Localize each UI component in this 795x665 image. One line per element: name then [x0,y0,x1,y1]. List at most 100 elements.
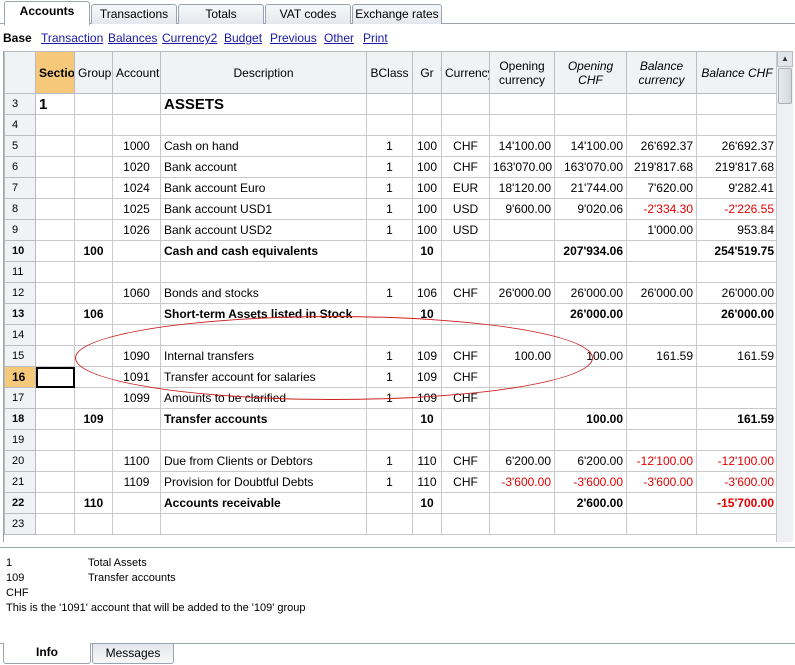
cell-gr[interactable]: 109 [412,345,442,367]
cell-currency[interactable]: USD [441,219,490,241]
cell-balance-chf[interactable] [696,261,776,283]
cell-balance-chf[interactable] [696,513,776,535]
tab-messages[interactable]: Messages [92,644,174,664]
cell-account[interactable]: 1026 [112,219,161,241]
cell-balance-currency[interactable] [626,261,697,283]
cell-account[interactable] [112,429,161,451]
view-link-other[interactable]: Other [324,31,354,45]
view-link-previous[interactable]: Previous [270,31,317,45]
cell-currency[interactable]: CHF [441,156,490,178]
cell-opening-chf[interactable]: 100.00 [554,408,627,430]
scroll-up-arrow-icon[interactable]: ▲ [777,51,793,67]
cell-description[interactable]: Provision for Doubtful Debts [160,471,367,493]
cell-opening-chf[interactable] [554,93,627,115]
row-number[interactable]: 4 [4,114,36,136]
cell-gr[interactable] [412,324,442,346]
cell-bclass[interactable]: 1 [366,219,413,241]
cell-bclass[interactable] [366,303,413,325]
cell-balance-currency[interactable] [626,408,697,430]
cell-account[interactable]: 1091 [112,366,161,388]
cell-gr[interactable]: 10 [412,303,442,325]
cell-opening-currency[interactable] [489,261,555,283]
cell-bclass[interactable]: 1 [366,471,413,493]
cell-currency[interactable]: CHF [441,366,490,388]
cell-gr[interactable]: 10 [412,492,442,514]
cell-currency[interactable]: CHF [441,471,490,493]
cell-group[interactable] [74,219,113,241]
cell-group[interactable] [74,135,113,157]
col-header-description[interactable]: Description [160,51,367,94]
cell-opening-chf[interactable]: 6'200.00 [554,450,627,472]
cell-account[interactable] [112,303,161,325]
cell-opening-chf[interactable]: 26'000.00 [554,282,627,304]
cell-gr[interactable]: 109 [412,366,442,388]
cell-bclass[interactable] [366,261,413,283]
cell-gr[interactable]: 109 [412,387,442,409]
cell-account[interactable] [112,93,161,115]
cell-gr[interactable]: 106 [412,282,442,304]
cell-description[interactable]: Bank account Euro [160,177,367,199]
cell-balance-currency[interactable] [626,492,697,514]
cell-description[interactable] [160,513,367,535]
cell-opening-chf[interactable] [554,429,627,451]
cell-group[interactable] [74,114,113,136]
cell-balance-chf[interactable] [696,429,776,451]
row-number[interactable]: 3 [4,93,36,115]
row-number[interactable]: 16 [4,366,36,388]
cell-description[interactable]: Bonds and stocks [160,282,367,304]
cell-currency[interactable] [441,492,490,514]
row-number[interactable]: 14 [4,324,36,346]
cell-opening-chf[interactable]: -3'600.00 [554,471,627,493]
cell-balance-chf[interactable]: 26'692.37 [696,135,776,157]
cell-currency[interactable] [441,261,490,283]
cell-section[interactable] [35,471,75,493]
cell-balance-currency[interactable] [626,324,697,346]
cell-group[interactable] [74,471,113,493]
cell-balance-currency[interactable]: -2'334.30 [626,198,697,220]
cell-account[interactable] [112,492,161,514]
cell-account[interactable]: 1000 [112,135,161,157]
cell-gr[interactable] [412,429,442,451]
cell-description[interactable] [160,114,367,136]
cell-balance-currency[interactable] [626,513,697,535]
cell-currency[interactable] [441,93,490,115]
cell-description[interactable]: Internal transfers [160,345,367,367]
col-header-bclass[interactable]: BClass [366,51,413,94]
tab-vat-codes[interactable]: VAT codes [265,4,351,24]
cell-bclass[interactable] [366,324,413,346]
cell-balance-currency[interactable]: 7'620.00 [626,177,697,199]
cell-opening-chf[interactable]: 14'100.00 [554,135,627,157]
cell-currency[interactable]: CHF [441,345,490,367]
cell-section[interactable] [35,492,75,514]
cell-description[interactable]: Bank account [160,156,367,178]
tab-transactions[interactable]: Transactions [91,4,177,24]
cell-opening-currency[interactable] [489,240,555,262]
row-number[interactable]: 7 [4,177,36,199]
cell-currency[interactable]: EUR [441,177,490,199]
cell-section[interactable] [35,135,75,157]
cell-account[interactable] [112,324,161,346]
cell-opening-chf[interactable] [554,324,627,346]
cell-account[interactable] [112,114,161,136]
cell-section[interactable] [35,450,75,472]
cell-description[interactable]: Due from Clients or Debtors [160,450,367,472]
cell-opening-chf[interactable] [554,387,627,409]
cell-section[interactable] [35,114,75,136]
cell-section[interactable] [35,240,75,262]
cell-opening-currency[interactable]: 6'200.00 [489,450,555,472]
cell-gr[interactable] [412,513,442,535]
col-header-opening-currency[interactable]: Opening currency [489,51,555,94]
cell-group[interactable] [74,450,113,472]
vertical-scrollbar[interactable]: ▲ [776,51,793,542]
cell-opening-chf[interactable] [554,366,627,388]
cell-balance-chf[interactable]: 26'000.00 [696,303,776,325]
cell-opening-chf[interactable] [554,219,627,241]
cell-opening-currency[interactable] [489,429,555,451]
cell-opening-chf[interactable]: 9'020.06 [554,198,627,220]
cell-description[interactable]: Bank account USD2 [160,219,367,241]
cell-account[interactable] [112,513,161,535]
cell-section[interactable] [35,198,75,220]
cell-currency[interactable] [441,114,490,136]
cell-account[interactable]: 1100 [112,450,161,472]
cell-opening-currency[interactable] [489,324,555,346]
